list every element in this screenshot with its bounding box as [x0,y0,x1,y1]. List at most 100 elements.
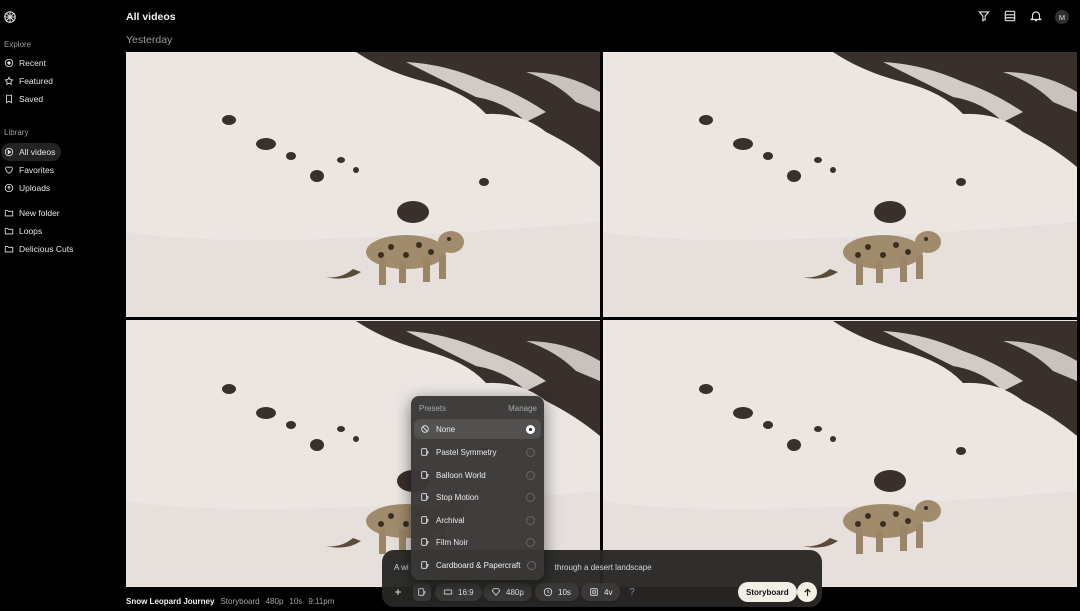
quality-button[interactable]: 480p [483,583,532,601]
preset-icon [418,588,426,596]
aspect-ratio-icon [443,589,453,595]
sidebar-item-uploads[interactable]: Uploads [1,179,56,197]
plus-icon [395,589,401,595]
preset-item-cardboard-papercraft[interactable]: Cardboard & Papercraft [414,555,541,575]
bell-icon[interactable] [1029,9,1043,23]
presets-header: Presets Manage [419,404,537,413]
video-thumbnail[interactable] [126,52,600,317]
preset-label: None [436,424,456,434]
variations-button[interactable]: 4v [581,583,621,601]
variations-value: 4v [604,587,613,597]
presets-button[interactable] [413,583,431,601]
sidebar-item-label: Recent [19,58,46,68]
video-time: 9:11pm [308,597,335,606]
add-button[interactable] [389,583,407,601]
sidebar-item-label: Loops [19,226,43,236]
bookmark-icon [6,94,12,104]
radio[interactable] [526,560,536,570]
sidebar-item-label: Saved [19,94,44,104]
sidebar-item-new-folder[interactable]: New folder [1,204,66,222]
video-frame-image [603,52,1077,317]
video-caption: Snow Leopard Journey Storyboard 480p 10s… [126,597,334,606]
sidebar-item-label: Uploads [19,183,51,193]
video-frame-image [603,320,1077,587]
submit-button[interactable] [797,582,817,602]
sidebar-item-label: Delicious Cuts [19,244,74,254]
video-type: Storyboard [220,597,260,606]
preset-item-none[interactable]: None [414,419,541,439]
duration-value: 10s [558,587,571,597]
prompt-text-start: A wi [394,563,409,572]
radio[interactable] [526,447,535,457]
aspect-ratio-button[interactable]: 16:9 [435,583,482,601]
sidebar-item-all-videos[interactable]: All videos [1,143,62,161]
sidebar-item-favorites[interactable]: Favorites [1,161,60,179]
presets-title: Presets [419,404,447,413]
star-icon [4,76,14,86]
video-icon [4,147,14,157]
video-name[interactable]: Snow Leopard Journey [126,597,214,606]
video-resolution: 480p [265,597,284,606]
preset-label: Cardboard & Papercraft [436,560,521,570]
preset-icon [421,493,429,501]
preset-icon [421,516,429,524]
storyboard-button[interactable]: Storyboard [738,582,797,602]
compass-icon [4,58,14,68]
help-button[interactable]: ? [623,583,641,601]
none-icon [421,425,429,433]
arrow-up-icon [803,587,811,596]
radio-selected[interactable] [526,424,535,434]
prompt-text-end: through a desert landscape [554,563,652,572]
preset-label: Balloon World [436,470,486,480]
sidebar-item-recent[interactable]: Recent [1,54,52,72]
preset-icon [421,471,429,479]
preset-item-stop-motion[interactable]: Stop Motion [414,487,541,507]
explore-section-label: Explore [4,40,32,49]
diamond-icon [491,588,501,596]
duration-button[interactable]: 10s [535,583,579,601]
sidebar-item-label: Featured [19,76,54,86]
radio[interactable] [526,515,535,525]
upload-icon [4,183,14,193]
video-thumbnail[interactable] [603,52,1077,317]
video-frame-image [126,52,600,317]
preset-icon [421,561,429,569]
app-logo-icon[interactable] [3,10,17,24]
filter-icon[interactable] [977,9,991,23]
preset-item-balloon-world[interactable]: Balloon World [414,465,541,485]
sidebar-item-label: Favorites [19,165,54,175]
folder-icon [4,228,14,235]
preset-label: Archival [436,515,465,525]
preset-label: Pastel Symmetry [436,447,497,457]
folder-icon [4,210,14,217]
preset-icon [421,538,429,546]
sidebar-item-label: New folder [19,208,60,218]
preset-item-film-noir[interactable]: Film Noir [414,532,541,552]
video-thumbnail[interactable] [603,320,1077,587]
manage-presets-link[interactable]: Manage [508,404,537,413]
page-title: All videos [126,11,176,23]
avatar[interactable]: M [1055,10,1069,24]
preset-item-pastel-symmetry[interactable]: Pastel Symmetry [414,442,541,462]
sidebar-item-featured[interactable]: Featured [1,72,59,90]
sidebar-item-delicious-cuts[interactable]: Delicious Cuts [1,240,79,258]
preset-icon [421,448,429,456]
sidebar-item-loops[interactable]: Loops [1,222,48,240]
heart-icon [5,166,13,174]
radio[interactable] [526,470,535,480]
sidebar-item-saved[interactable]: Saved [1,90,49,108]
date-group-label: Yesterday [126,34,173,46]
video-duration: 10s [289,597,303,606]
clock-icon [543,587,553,597]
radio[interactable] [526,492,535,502]
radio[interactable] [526,537,535,547]
quality-value: 480p [506,587,524,597]
preset-label: Stop Motion [436,492,479,502]
preset-item-archival[interactable]: Archival [414,510,541,530]
layout-icon[interactable] [1003,9,1017,23]
aspect-ratio-value: 16:9 [458,587,474,597]
preset-label: Film Noir [436,537,468,547]
variations-icon [590,588,598,596]
library-section-label: Library [4,128,29,137]
folder-icon [4,246,14,253]
